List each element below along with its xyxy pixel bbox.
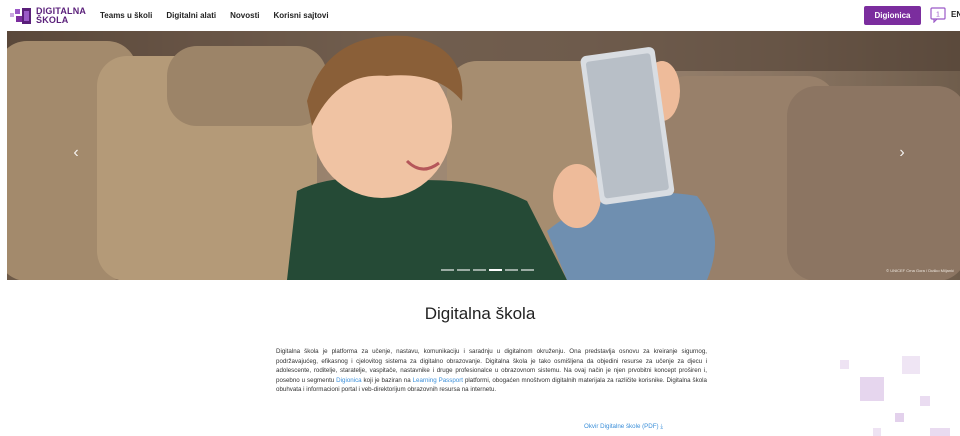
carousel-dot[interactable] — [457, 269, 470, 271]
nav-item-digital-tools[interactable]: Digitalni alati — [166, 11, 216, 20]
digionica-button[interactable]: Digionica — [864, 6, 921, 25]
carousel-prev-button[interactable]: ‹ — [69, 143, 83, 163]
carousel-next-button[interactable]: › — [895, 143, 909, 163]
learning-passport-link[interactable]: Learning Passport — [413, 377, 463, 384]
notification-count: 1 — [936, 12, 940, 19]
language-switch[interactable]: EN — [951, 10, 960, 19]
site-header: DIGITALNA ŠKOLA Teams u školi Digitalni … — [0, 0, 960, 31]
site-logo[interactable]: DIGITALNA ŠKOLA — [10, 4, 86, 27]
carousel-dot[interactable] — [505, 269, 518, 271]
logo-line-2: ŠKOLA — [36, 14, 69, 25]
carousel-indicators — [441, 269, 534, 271]
nav-item-news[interactable]: Novosti — [230, 11, 259, 20]
carousel-dot-active[interactable] — [489, 269, 502, 271]
carousel-dot[interactable] — [473, 269, 486, 271]
intro-paragraph: Digitalna škola je platforma za učenje, … — [276, 348, 707, 394]
digionica-link[interactable]: Digionica — [336, 377, 361, 384]
hero-image — [7, 31, 960, 280]
main-nav: Teams u školi Digitalni alati Novosti Ko… — [100, 0, 329, 31]
nav-item-teams[interactable]: Teams u školi — [100, 11, 152, 20]
nav-item-useful-sites[interactable]: Korisni sajtovi — [273, 11, 328, 20]
photo-credit: © UNICEF Crna Gora / Duško Miljanić — [886, 268, 954, 273]
download-icon: ⤓ — [660, 423, 664, 430]
logo-mark-icon — [10, 6, 32, 26]
carousel-dot[interactable] — [441, 269, 454, 271]
pdf-download-link[interactable]: Okvir Digitalne škole (PDF) ⤓ — [584, 423, 663, 431]
carousel-dot[interactable] — [521, 269, 534, 271]
notification-icon[interactable]: 1 — [930, 7, 946, 24]
hero-carousel: ‹ › © UNICEF Crna Gora / Duško Miljanić — [7, 31, 960, 280]
page-title: Digitalna škola — [424, 304, 536, 323]
